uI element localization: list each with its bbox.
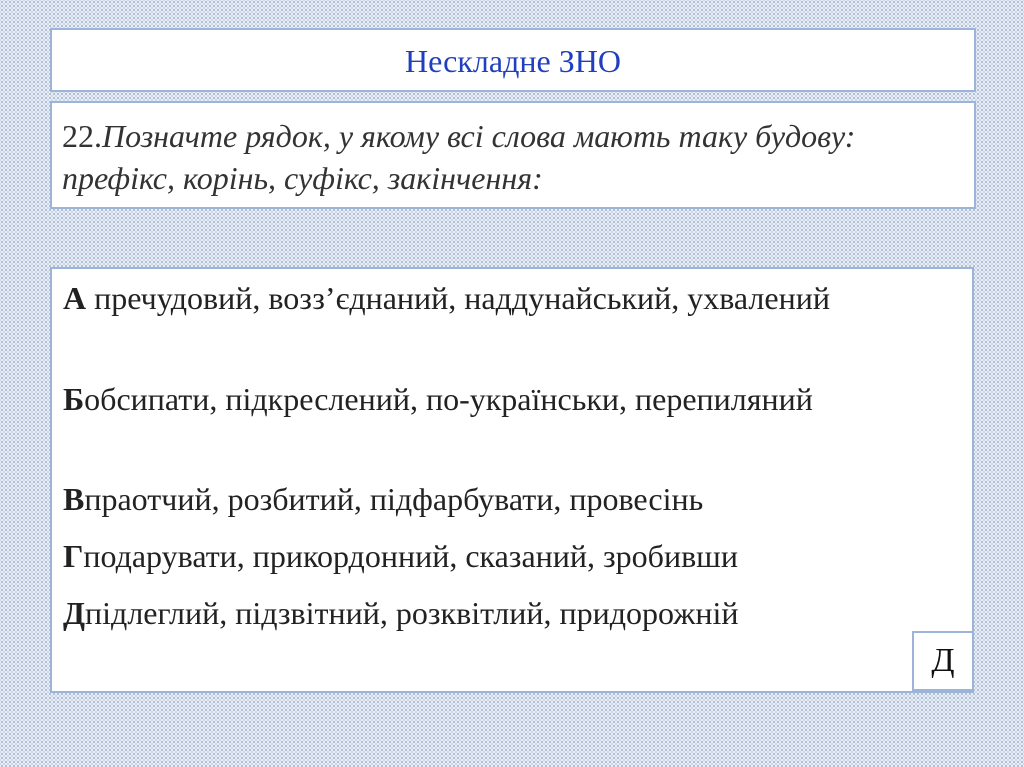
option-e: Дпідлеглий, підзвітний, розквітлий, прид… — [63, 594, 943, 632]
option-letter: Б — [63, 381, 85, 417]
slide-title: Нескладне ЗНО — [405, 43, 621, 79]
answer-box: Д — [912, 631, 974, 691]
option-letter: А — [63, 280, 87, 316]
option-letter: В — [63, 481, 85, 517]
title-box: Нескладне ЗНО — [50, 28, 976, 92]
option-text: обсипати, підкреслений, по-українськи, п… — [84, 381, 813, 417]
option-letter: Г — [63, 538, 84, 574]
option-text: підлеглий, підзвітний, розквітлий, придо… — [85, 595, 739, 631]
option-c: Впраотчий, розбитий, підфарбувати, прове… — [63, 480, 943, 518]
options-box: А пречудовий, возз’єднаний, наддунайськи… — [50, 267, 974, 693]
option-a: А пречудовий, возз’єднаний, наддунайськи… — [63, 279, 943, 317]
question-number: 22. — [62, 118, 102, 154]
question-text: 22.Позначте рядок, у якому всі слова маю… — [62, 115, 942, 199]
option-d: Гподарувати, прикордонний, сказаний, зро… — [63, 537, 943, 575]
option-b: Бобсипати, підкреслений, по-українськи, … — [63, 380, 943, 418]
option-letter: Д — [63, 595, 86, 631]
option-text: пречудовий, возз’єднаний, наддунайський,… — [94, 280, 830, 316]
option-text: праотчий, розбитий, підфарбувати, провес… — [84, 481, 704, 517]
question-body: Позначте рядок, у якому всі слова мають … — [62, 118, 856, 196]
question-box: 22.Позначте рядок, у якому всі слова маю… — [50, 101, 976, 209]
option-text: подарувати, прикордонний, сказаний, зроб… — [83, 538, 738, 574]
